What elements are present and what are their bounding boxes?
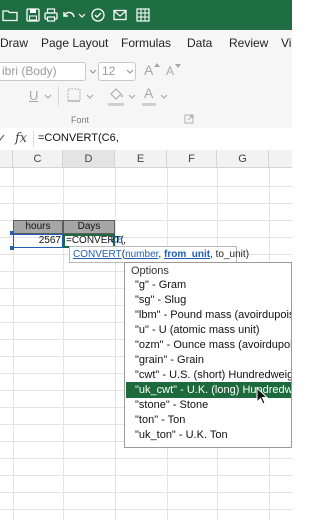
column-header-c[interactable]: C <box>13 150 63 168</box>
font-dialog-launcher-icon[interactable] <box>184 114 194 124</box>
font-name-value: ibri (Body) <box>2 64 57 78</box>
option-ton[interactable]: "ton" - Ton <box>135 414 185 426</box>
tab-draw[interactable]: Draw <box>0 36 28 50</box>
borders-icon[interactable] <box>66 87 82 103</box>
option-cwt[interactable]: "cwt" - U.S. (short) Hundredweig <box>135 369 291 381</box>
tab-formulas[interactable]: Formulas <box>121 36 171 50</box>
column-header-d[interactable]: D <box>63 150 115 168</box>
option-uk-ton[interactable]: "uk_ton" - U.K. Ton <box>135 429 228 441</box>
tooltip-close-paren: ) <box>245 249 250 260</box>
font-group-label: Font <box>71 115 90 125</box>
fill-color-icon[interactable] <box>108 86 124 102</box>
option-g[interactable]: "g" - Gram <box>135 279 186 291</box>
font-size-chevron-icon[interactable] <box>126 69 134 75</box>
fill-color-chevron-icon[interactable] <box>128 94 136 100</box>
formula-bar: fx =CONVERT(C6, <box>0 128 292 151</box>
gridline <box>0 186 292 187</box>
tooltip-function-name[interactable]: CONVERT <box>73 249 122 260</box>
option-sg[interactable]: "sg" - Slug <box>135 294 186 306</box>
tooltip-arg-number[interactable]: number <box>125 249 158 260</box>
ribbon-divider <box>58 86 59 106</box>
cell-c5[interactable]: hours <box>13 220 63 234</box>
mail-icon[interactable] <box>112 7 128 23</box>
redo-check-icon[interactable] <box>90 7 106 23</box>
option-uk-cwt[interactable]: "uk_cwt" - U.K. (long) Hundredw <box>135 384 291 396</box>
tab-data[interactable]: Data <box>187 36 212 50</box>
gridline <box>0 458 292 459</box>
mouse-pointer-icon <box>256 387 268 405</box>
tab-page-layout[interactable]: Page Layout <box>41 36 108 50</box>
font-size-value: 12 <box>102 64 116 78</box>
print-icon[interactable] <box>43 7 59 23</box>
underline-chevron-icon[interactable] <box>44 94 52 100</box>
gridline <box>0 509 292 510</box>
grow-font-button[interactable]: A <box>144 62 153 78</box>
shrink-font-button[interactable]: A <box>166 64 174 78</box>
font-color-chevron-icon[interactable] <box>160 94 168 100</box>
option-stone[interactable]: "stone" - Stone <box>135 399 208 411</box>
dropdown-header: Options <box>131 265 169 277</box>
underline-button[interactable]: U <box>29 88 38 103</box>
option-u[interactable]: "u" - U (atomic mass unit) <box>135 324 260 336</box>
title-bar <box>0 0 292 30</box>
gridline <box>0 203 292 204</box>
range-handle[interactable] <box>10 231 14 235</box>
undo-icon[interactable] <box>61 7 77 23</box>
ribbon-tabs: Draw Page Layout Formulas Data Review Vi <box>0 30 292 56</box>
tab-review[interactable]: Review <box>229 36 268 50</box>
font-name-combo[interactable]: ibri (Body) <box>0 62 86 81</box>
unit-options-dropdown: Options "g" - Gram "sg" - Slug "lbm" - P… <box>124 262 292 448</box>
ribbon-font-group: ibri (Body) 12 A A U A Font <box>0 56 292 129</box>
insert-function-button[interactable]: fx <box>15 131 27 146</box>
column-header-e[interactable]: E <box>115 150 167 168</box>
cell-d6-comma: , <box>123 235 126 246</box>
option-lbm[interactable]: "lbm" - Pound mass (avoirdupois <box>135 309 291 321</box>
grow-font-caret-icon <box>154 63 160 67</box>
row-header-corner[interactable] <box>0 150 13 168</box>
cell-d6-reference: C6 <box>110 235 123 246</box>
function-tooltip: CONVERT(number, from_unit, to_unit) <box>69 246 249 263</box>
tooltip-arg-from-unit[interactable]: from_unit <box>164 249 210 260</box>
folder-icon[interactable] <box>2 7 18 23</box>
confirm-check-icon[interactable] <box>0 134 6 142</box>
cell-c6[interactable]: 2567 <box>13 234 63 248</box>
tooltip-arg-to-unit: to_unit <box>215 249 246 260</box>
save-icon[interactable] <box>25 7 41 23</box>
cell-d5[interactable]: Days <box>63 220 115 234</box>
gridline <box>0 492 292 493</box>
font-color-button[interactable]: A <box>144 85 153 101</box>
formula-input[interactable]: =CONVERT(C6, <box>38 132 119 144</box>
fill-color-swatch <box>108 103 124 106</box>
font-name-chevron-icon[interactable] <box>89 69 97 75</box>
range-handle[interactable] <box>10 246 14 250</box>
option-ozm[interactable]: "ozm" - Ounce mass (avoirdupoi <box>135 339 291 351</box>
tab-view[interactable]: Vi <box>281 36 291 50</box>
formula-bar-divider <box>33 131 34 147</box>
column-header-f[interactable]: F <box>167 150 217 168</box>
grid-icon[interactable] <box>135 7 151 23</box>
column-header-g[interactable]: G <box>217 150 269 168</box>
shrink-font-caret-icon <box>175 64 181 68</box>
gridline <box>0 475 292 476</box>
undo-dropdown-icon[interactable] <box>78 13 86 19</box>
font-color-swatch <box>142 103 156 106</box>
column-header-h[interactable] <box>269 150 292 168</box>
borders-chevron-icon[interactable] <box>86 94 94 100</box>
option-grain[interactable]: "grain" - Grain <box>135 354 204 366</box>
